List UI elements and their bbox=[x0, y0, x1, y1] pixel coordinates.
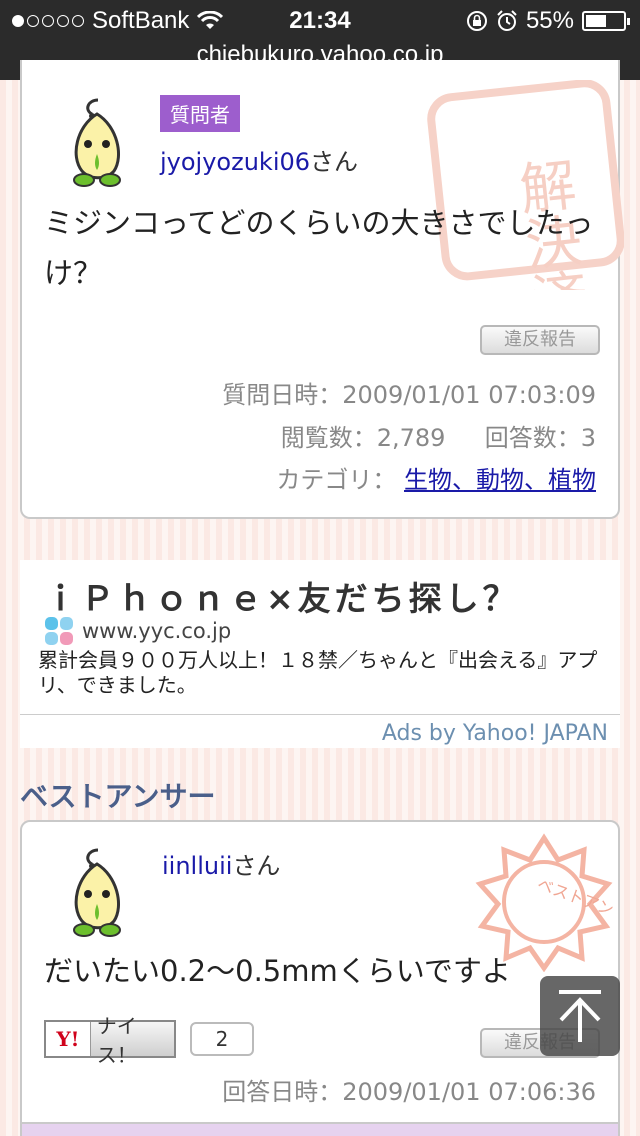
ad-title[interactable]: ｉＰｈｏｎｅ×友だち探し？ bbox=[44, 572, 520, 620]
mascot-avatar-icon bbox=[73, 848, 121, 937]
honorific: さん bbox=[310, 148, 359, 176]
nice-button[interactable]: Y! ナイス！ bbox=[44, 1014, 176, 1067]
views-label: 閲覧数： bbox=[280, 424, 377, 452]
report-button[interactable]: 違反報告 bbox=[480, 325, 600, 355]
views-value: 2,789 bbox=[376, 424, 446, 452]
category-link[interactable]: 生物、動物、植物 bbox=[404, 466, 596, 494]
alarm-icon bbox=[497, 10, 517, 31]
question-date: 質問日時：2009/01/01 07:03:09 bbox=[222, 375, 596, 410]
answers-label: 回答数： bbox=[484, 424, 581, 452]
category-label: カテゴリ： bbox=[276, 466, 397, 494]
best-answer-heading: ベストアンサー bbox=[20, 780, 216, 813]
nice-label: ナイス！ bbox=[96, 1014, 137, 1067]
ad-description[interactable]: 累計会員９００万人以上！１８禁／ちゃんと『出会える』アプリ、できました。 bbox=[38, 648, 618, 698]
next-card-edge bbox=[20, 1122, 620, 1136]
ad-footer[interactable]: Ads by Yahoo! JAPAN bbox=[382, 721, 608, 746]
ad-block[interactable]: ｉＰｈｏｎｅ×友だち探し？ www.yyc.co.jp 累計会員９００万人以上！… bbox=[20, 560, 620, 748]
date-label: 回答日時： bbox=[222, 1078, 343, 1106]
date-label: 質問日時： bbox=[222, 381, 343, 409]
scroll-to-top-button[interactable] bbox=[540, 976, 620, 1056]
status-right: 55% bbox=[466, 7, 630, 35]
answer-text: だいたい0.2〜0.5mmくらいですよ bbox=[44, 954, 511, 988]
clover-icon bbox=[45, 617, 73, 645]
battery-percent: 55% bbox=[525, 7, 574, 34]
scroll-top-arrow-icon bbox=[559, 990, 601, 1042]
question-card: 解決済み 質問者 jyojyozuki06さん ミジンコってどのくらいの大きさで… bbox=[20, 60, 624, 519]
yahoo-logo: Y! bbox=[46, 1022, 91, 1056]
answerer-name: iinlluiiさん bbox=[162, 846, 280, 881]
questioner-link[interactable]: jyojyozuki06 bbox=[160, 148, 310, 176]
answer-date: 回答日時：2009/01/01 07:06:36 bbox=[222, 1072, 596, 1107]
questioner-badge: 質問者 bbox=[160, 95, 240, 132]
question-stats: 閲覧数：2,789 回答数：3 bbox=[281, 418, 596, 453]
date-value: 2009/01/01 07:06:36 bbox=[342, 1078, 596, 1106]
honorific: さん bbox=[232, 852, 281, 880]
rotation-lock-icon bbox=[466, 11, 487, 31]
ad-domain-row[interactable]: www.yyc.co.jp bbox=[44, 616, 231, 646]
ad-divider bbox=[20, 714, 620, 715]
question-category: カテゴリ： 生物、動物、植物 bbox=[276, 460, 596, 495]
battery-icon bbox=[582, 11, 630, 31]
nice-count: 2 bbox=[190, 1022, 254, 1056]
question-text: ミジンコってどのくらいの大きさでしたっけ？ bbox=[44, 206, 594, 290]
answers-value: 3 bbox=[580, 424, 596, 452]
answerer-link[interactable]: iinlluii bbox=[162, 852, 232, 880]
date-value: 2009/01/01 07:03:09 bbox=[342, 381, 596, 409]
best-answer-card: ベストアンサー iinlluiiさん だいたい0.2〜0.5mmくらいですよ Y… bbox=[20, 820, 620, 1136]
status-bar: SoftBank 21:34 55% bbox=[0, 0, 640, 40]
ad-domain[interactable]: www.yyc.co.jp bbox=[82, 619, 231, 643]
mascot-avatar-icon bbox=[73, 98, 121, 187]
questioner-name: jyojyozuki06さん bbox=[160, 142, 358, 177]
